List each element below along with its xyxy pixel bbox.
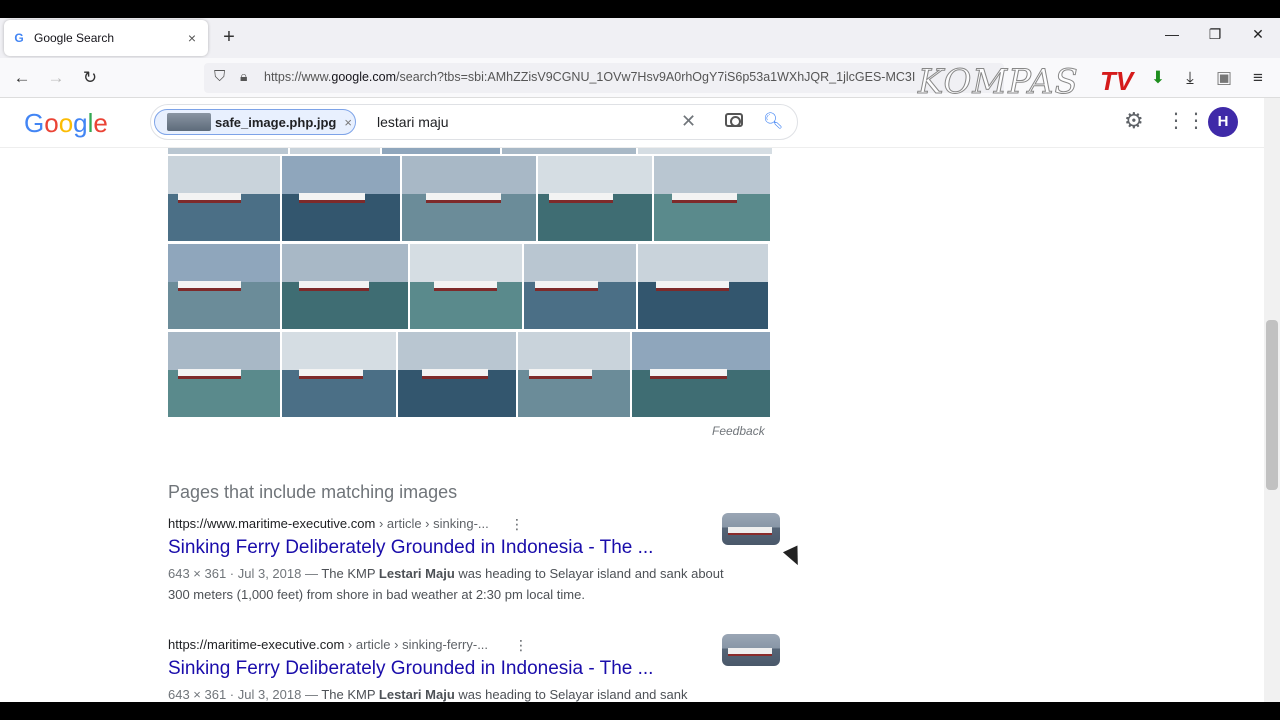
feedback-link[interactable]: Feedback [712, 424, 765, 438]
snippet-highlight: Lestari Maju [378, 566, 455, 581]
reload-icon[interactable]: ↻ [78, 66, 102, 90]
close-window-button[interactable]: ✕ [1248, 26, 1268, 43]
similar-image-thumbnail[interactable] [524, 244, 636, 329]
result-thumbnail[interactable] [722, 513, 780, 545]
url-path: /search?tbs=sbi:AMhZZisV9CGNU_1OVw7Hsv9A… [396, 70, 916, 84]
similar-image-thumbnail[interactable] [538, 156, 652, 241]
screen: G Google Search × + — ❐ ✕ ← → ↻ ⛉ 🔒︎ htt… [0, 0, 1280, 720]
similar-image-thumbnail[interactable] [382, 148, 500, 154]
more-options-icon[interactable]: ⋮ [514, 637, 528, 654]
more-options-icon[interactable]: ⋮ [510, 516, 524, 533]
tab-google-search[interactable]: G Google Search × [4, 20, 208, 56]
tracking-protection-icon[interactable]: ⛉ [214, 68, 225, 85]
similar-image-thumbnail[interactable] [282, 244, 408, 329]
google-results-page: Google safe_image.php.jpg × lestari maju… [0, 98, 1264, 702]
tab-close-icon[interactable]: × [184, 30, 200, 46]
tab-strip: G Google Search × [0, 18, 1280, 58]
video-letterbox-bottom [0, 702, 1280, 720]
kompas-watermark-logo: KOMPAS [918, 62, 1079, 103]
navigation-toolbar: ← → ↻ ⛉ 🔒︎ https://www.google.com/search… [0, 58, 1280, 98]
matching-pages-heading: Pages that include matching images [168, 482, 458, 502]
url-prefix: https://www. [264, 70, 332, 84]
result-url-host: https://www.maritime-executive.com [168, 516, 376, 531]
chip-remove-icon[interactable]: × [344, 115, 352, 130]
snippet-text: The KMP [317, 566, 379, 581]
search-result: https://www.maritime-executive.com › art… [168, 513, 788, 605]
new-tab-button[interactable]: + [220, 26, 238, 49]
result-snippet: 643 × 361 · Jul 3, 2018 — The KMP Lestar… [168, 563, 728, 605]
result-thumbnail[interactable] [722, 634, 780, 666]
google-favicon-icon: G [14, 31, 24, 45]
similar-image-thumbnail[interactable] [168, 156, 280, 241]
result-url-host: https://maritime-executive.com [168, 637, 345, 652]
image-query-chip[interactable]: safe_image.php.jpg × [154, 109, 356, 135]
download-arrow-icon[interactable]: ⬇ [1146, 66, 1170, 90]
lock-icon[interactable]: 🔒︎ [240, 68, 247, 85]
search-result: https://maritime-executive.com › article… [168, 634, 788, 702]
similar-image-thumbnail[interactable] [654, 156, 770, 241]
camera-search-icon[interactable] [725, 113, 743, 127]
search-icon[interactable]: 🔍︎ [763, 111, 783, 131]
scrollbar-thumb[interactable] [1266, 320, 1278, 490]
similar-images-grid [168, 148, 780, 418]
similar-image-thumbnail[interactable] [168, 332, 280, 417]
result-url-path: › article › sinking-... [375, 516, 489, 531]
google-logo[interactable]: Google [24, 108, 108, 139]
forward-icon[interactable]: → [44, 66, 68, 90]
similar-image-thumbnail[interactable] [632, 332, 770, 417]
similar-image-thumbnail[interactable] [290, 148, 380, 154]
menu-icon[interactable]: ≡ [1246, 66, 1270, 90]
similar-image-thumbnail[interactable] [168, 148, 288, 154]
account-avatar[interactable]: H [1208, 107, 1238, 137]
video-letterbox-top [0, 0, 1280, 18]
clear-search-icon[interactable]: ✕ [681, 111, 696, 132]
address-bar[interactable]: ⛉ 🔒︎ https://www.google.com/search?tbs=s… [204, 63, 1004, 93]
similar-image-thumbnail[interactable] [168, 244, 280, 329]
similar-image-thumbnail[interactable] [402, 156, 536, 241]
similar-image-thumbnail[interactable] [502, 148, 636, 154]
url-domain: google.com [331, 70, 397, 84]
snippet-text: The KMP [317, 687, 379, 702]
snippet-highlight: Lestari Maju [378, 687, 455, 702]
settings-gear-icon[interactable]: ⚙ [1124, 108, 1144, 134]
similar-image-thumbnail[interactable] [282, 156, 400, 241]
extension-icon[interactable]: ▣ [1212, 66, 1236, 90]
logo-letter: o [44, 108, 59, 138]
minimize-button[interactable]: — [1162, 26, 1182, 42]
snippet-text: was heading to Selayar island and sank [454, 687, 688, 702]
restore-button[interactable]: ❐ [1205, 26, 1225, 43]
search-input[interactable]: lestari maju [377, 114, 449, 130]
query-image-thumbnail [167, 113, 211, 131]
similar-image-thumbnail[interactable] [638, 244, 768, 329]
result-url[interactable]: https://www.maritime-executive.com › art… [168, 516, 788, 531]
result-meta: 643 × 361 · Jul 3, 2018 — [168, 687, 318, 702]
logo-letter: G [24, 108, 45, 138]
back-icon[interactable]: ← [10, 66, 34, 90]
similar-image-thumbnail[interactable] [410, 244, 522, 329]
logo-letter: g [73, 108, 88, 138]
result-snippet: 643 × 361 · Jul 3, 2018 — The KMP Lestar… [168, 684, 728, 702]
google-header: Google safe_image.php.jpg × lestari maju… [0, 98, 1264, 148]
result-url-path: › article › sinking-ferry-... [344, 637, 489, 652]
result-meta: 643 × 361 · Jul 3, 2018 — [168, 566, 318, 581]
result-url[interactable]: https://maritime-executive.com › article… [168, 637, 788, 652]
downloads-icon[interactable]: ⤓ [1178, 66, 1202, 90]
logo-letter: e [93, 108, 108, 138]
result-title-link[interactable]: Sinking Ferry Deliberately Grounded in I… [168, 537, 788, 559]
url-text[interactable]: https://www.google.com/search?tbs=sbi:AM… [264, 70, 964, 84]
result-title-link[interactable]: Sinking Ferry Deliberately Grounded in I… [168, 658, 788, 680]
chip-label: safe_image.php.jpg [215, 114, 337, 130]
similar-image-thumbnail[interactable] [518, 332, 630, 417]
kompas-tv-logo: TV [1100, 66, 1134, 96]
similar-image-thumbnail[interactable] [638, 148, 772, 154]
tab-title: Google Search [34, 31, 115, 45]
similar-image-thumbnail[interactable] [282, 332, 396, 417]
similar-image-thumbnail[interactable] [398, 332, 516, 417]
logo-letter: o [58, 108, 74, 138]
search-box[interactable]: safe_image.php.jpg × lestari maju ✕ 🔍︎ [150, 104, 798, 140]
